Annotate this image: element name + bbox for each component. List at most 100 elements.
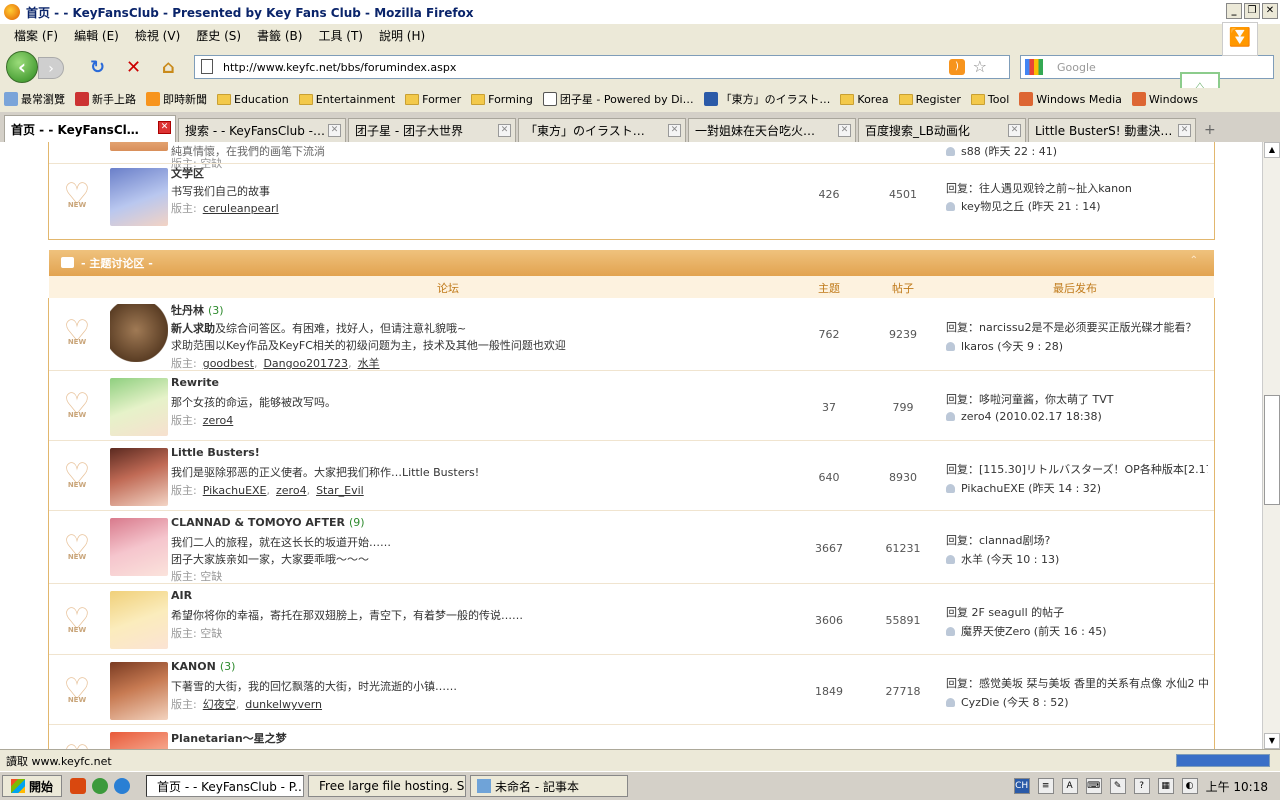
tab-active[interactable]: 首页 - - KeyFansCl… ✕ — [4, 115, 176, 142]
forum-avatar[interactable] — [110, 591, 168, 649]
scroll-up-icon[interactable]: ▲ — [1264, 142, 1280, 158]
reload-icon[interactable]: ↻ — [90, 59, 105, 77]
taskbar-ie[interactable]: Free large file hosting. Se... — [308, 775, 467, 797]
close-tab-icon[interactable]: ✕ — [498, 124, 511, 137]
taskbar-notepad[interactable]: 未命名 - 記事本 — [470, 775, 629, 797]
bookmark-item[interactable]: 新手上路 — [75, 91, 136, 107]
bookmark-folder[interactable]: Entertainment — [298, 93, 395, 106]
menu-history[interactable]: 歷史 (S) — [188, 27, 249, 44]
forum-name[interactable]: AIR — [171, 589, 192, 602]
tab[interactable]: 「東方」のイラスト… ✕ — [518, 118, 686, 142]
tab[interactable]: 团子星 - 团子大世界 ✕ — [348, 118, 516, 142]
menu-tools[interactable]: 工具 (T) — [310, 27, 371, 44]
bookmark-item[interactable]: 最常瀏覽 — [4, 91, 65, 107]
last-post-user[interactable]: PikachuEXE (昨天 14 : 32) — [946, 480, 1101, 496]
last-post-title[interactable]: 回复：[115.30]リトルバスターズ！OP各种版本[2.17G] — [946, 461, 1208, 477]
ime-icon[interactable]: ⌨ — [1085, 778, 1102, 794]
collapse-icon[interactable]: ⌃ — [1190, 255, 1198, 266]
last-post-user[interactable]: s88 (昨天 22 : 41) — [946, 143, 1057, 159]
ime-icon[interactable]: A — [1061, 778, 1078, 794]
restore-button[interactable]: ❐ — [1244, 3, 1260, 19]
scroll-down-icon[interactable]: ▼ — [1264, 733, 1280, 749]
minimize-button[interactable]: _ — [1226, 3, 1242, 19]
bookmark-folder[interactable]: Register — [898, 93, 961, 106]
last-post-user[interactable]: zero4 (2010.02.17 18:38) — [946, 410, 1102, 423]
close-tab-icon[interactable]: ✕ — [328, 124, 341, 137]
quick-launch-icon[interactable] — [114, 778, 131, 794]
forum-avatar[interactable] — [110, 168, 168, 226]
network-icon[interactable]: ▦ — [1157, 778, 1174, 794]
forum-avatar[interactable] — [110, 378, 168, 436]
bookmark-item[interactable]: 团子星 - Powered by Di… — [542, 91, 694, 107]
last-post-user[interactable]: key物见之丘 (昨天 21 : 14) — [946, 198, 1101, 214]
bookmark-item[interactable]: Windows Media — [1019, 92, 1122, 106]
start-button[interactable]: 開始 — [2, 775, 63, 797]
forum-avatar[interactable] — [110, 448, 168, 506]
bookmark-star-icon[interactable]: ☆ — [973, 57, 987, 76]
last-post-title[interactable]: 回复：往人遇见观铃之前~扯入kanon — [946, 180, 1208, 196]
moderator-link[interactable]: PikachuEXE — [203, 484, 267, 497]
menu-edit[interactable]: 編輯 (E) — [66, 27, 127, 44]
last-post-title[interactable]: 回复：clannad剧场? — [946, 532, 1208, 548]
moderator-link[interactable]: zero4 — [276, 484, 307, 497]
url-bar[interactable]: http://www.keyfc.net/bbs/forumindex.aspx… — [194, 55, 1010, 79]
moderator-link[interactable]: 水羊 — [358, 357, 380, 370]
moderator-link[interactable]: dunkelwyvern — [245, 698, 322, 711]
bookmark-item[interactable]: 即時新聞 — [146, 91, 207, 107]
close-tab-icon[interactable]: ✕ — [838, 124, 851, 137]
last-post-title[interactable]: 回复：哆啦河童酱，你太萌了 TVT — [946, 391, 1208, 407]
ime-icon[interactable]: ≡ — [1037, 778, 1054, 794]
forum-name[interactable]: KANON (3) — [171, 660, 235, 673]
last-post-user[interactable]: CyzDie (今天 8 : 52) — [946, 694, 1069, 710]
bookmark-folder[interactable]: Education — [217, 93, 289, 106]
forum-name[interactable]: 文学区 — [171, 165, 204, 181]
tab[interactable]: 百度搜索_LB动画化 ✕ — [858, 118, 1026, 142]
moderator-link[interactable]: Star_Evil — [316, 484, 364, 497]
menu-bookmarks[interactable]: 書籤 (B) — [249, 27, 310, 44]
moderator-link[interactable]: ceruleanpearl — [203, 202, 279, 215]
last-post-title[interactable]: 回复：narcissu2是不是必须要买正版光碟才能看？ — [946, 319, 1208, 335]
tab[interactable]: Little BusterS! 動畫決… ✕ — [1028, 118, 1196, 142]
quick-launch-icon[interactable] — [70, 778, 87, 794]
google-icon[interactable] — [1025, 59, 1043, 75]
last-post-title[interactable]: 回复：感觉美坂 栞与美坂 香里的关系有点像 水仙2 中… — [946, 675, 1208, 691]
search-input[interactable]: Google — [1020, 55, 1274, 79]
volume-icon[interactable]: ◐ — [1181, 778, 1198, 794]
forum-avatar[interactable] — [110, 518, 168, 576]
scroll-thumb[interactable] — [1264, 395, 1280, 505]
menu-view[interactable]: 檢視 (V) — [127, 27, 188, 44]
last-post-user[interactable]: lkaros (今天 9 : 28) — [946, 338, 1063, 354]
menu-file[interactable]: 檔案 (F) — [6, 27, 66, 44]
moderator-link[interactable]: zero4 — [203, 414, 234, 427]
taskbar-firefox[interactable]: 首页 - - KeyFansClub - P... — [146, 775, 305, 797]
close-window-button[interactable]: ✕ — [1262, 3, 1278, 19]
new-tab-icon[interactable]: + — [1204, 118, 1216, 142]
tool-icon[interactable]: ✎ — [1109, 778, 1126, 794]
close-tab-icon[interactable]: ✕ — [1008, 124, 1021, 137]
moderator-link[interactable]: goodbest — [203, 357, 254, 370]
help-icon[interactable]: ? — [1133, 778, 1150, 794]
back-arrow-icon[interactable]: ‹ — [6, 51, 38, 83]
bookmark-item[interactable]: 「東方」のイラスト… — [703, 91, 830, 107]
forum-avatar[interactable] — [110, 142, 168, 151]
stop-icon[interactable]: ✕ — [126, 59, 141, 77]
bookmark-item[interactable]: Windows — [1131, 92, 1198, 106]
rss-icon[interactable]: ) — [949, 59, 965, 75]
moderator-link[interactable]: 幻夜空 — [203, 698, 236, 711]
bookmark-folder[interactable]: Forming — [471, 93, 533, 106]
tab[interactable]: 搜索 - - KeyFansClub -… ✕ — [178, 118, 346, 142]
forum-name[interactable]: Little Busters! — [171, 446, 260, 459]
vertical-scrollbar[interactable]: ▲ ▼ — [1262, 142, 1280, 749]
quick-launch-icon[interactable] — [92, 778, 109, 794]
last-post-user[interactable]: 水羊 (今天 10 : 13) — [946, 551, 1059, 567]
forum-name[interactable]: CLANNAD & TOMOYO AFTER (9) — [171, 516, 365, 529]
tab[interactable]: 一對姐妹在天台吃火… ✕ — [688, 118, 856, 142]
last-post-title[interactable]: 回复 2F seagull 的帖子 — [946, 604, 1208, 620]
home-icon[interactable]: ⌂ — [162, 59, 175, 77]
close-tab-icon[interactable]: ✕ — [668, 124, 681, 137]
forum-avatar[interactable] — [110, 304, 168, 362]
bookmark-folder[interactable]: Former — [405, 93, 461, 106]
forum-name[interactable]: Rewrite — [171, 376, 219, 389]
moderator-link[interactable]: Dangoo201723 — [263, 357, 348, 370]
ime-indicator[interactable]: CH — [1013, 778, 1030, 794]
